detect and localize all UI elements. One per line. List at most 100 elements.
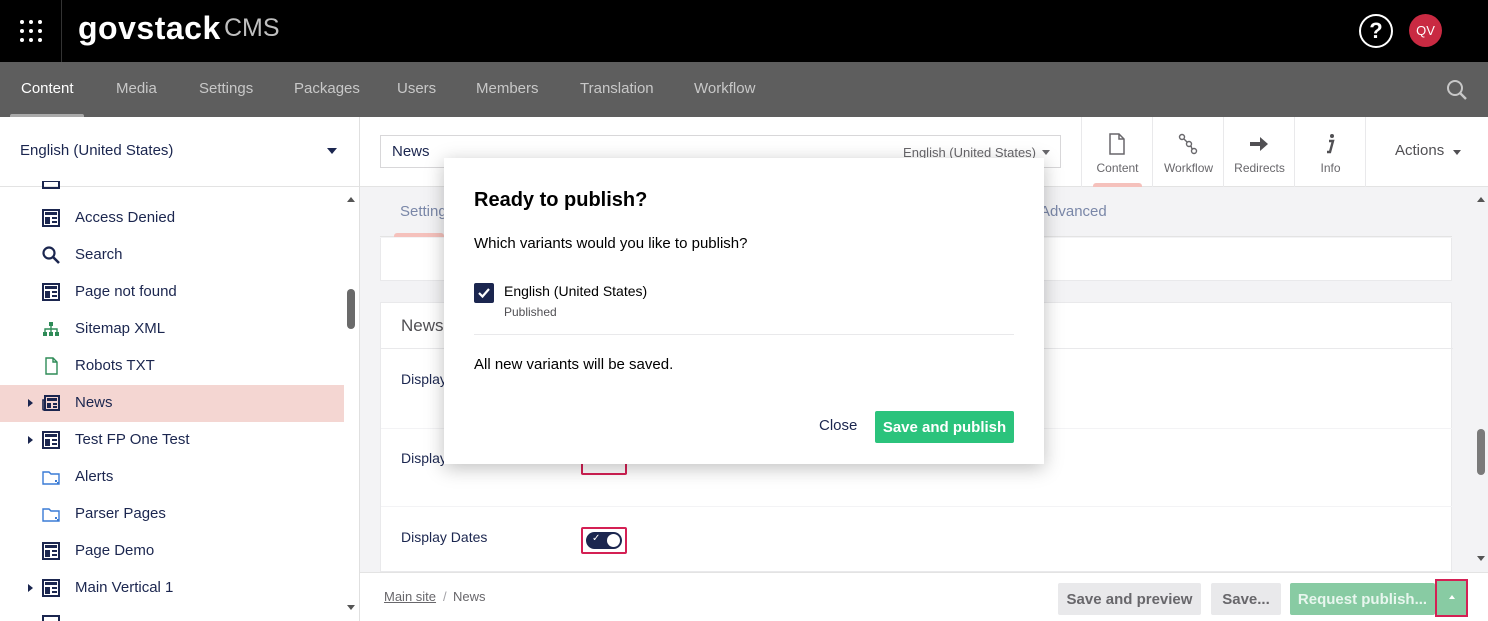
app-tab-label: Redirects xyxy=(1234,161,1285,175)
page-layout-icon xyxy=(42,209,60,227)
toggle-knob xyxy=(607,534,620,547)
tree-item-page-demo[interactable]: Page Demo xyxy=(0,533,344,570)
tree-item-main-vertical-1[interactable]: Main Vertical 1 xyxy=(0,570,344,607)
section-content[interactable]: Content xyxy=(21,62,74,117)
save-button[interactable]: Save... xyxy=(1211,583,1281,615)
section-settings[interactable]: Settings xyxy=(199,62,253,117)
tree-item-label: Page not found xyxy=(75,283,177,300)
variant-name: English (United States) xyxy=(504,283,648,299)
expand-arrow-icon[interactable] xyxy=(28,584,33,592)
info-icon xyxy=(1327,134,1335,154)
tree-item-search[interactable]: Search xyxy=(0,237,344,274)
tree-item-page-not-found[interactable]: Page not found xyxy=(0,274,344,311)
app-tab-info[interactable]: Info xyxy=(1294,117,1365,187)
node-name-value: News xyxy=(392,143,430,160)
document-icon xyxy=(45,357,58,375)
language-select[interactable]: English (United States) xyxy=(0,117,359,187)
tree-item-label: Parser Pages xyxy=(75,505,166,522)
display-dates-toggle[interactable]: ✓ xyxy=(586,532,622,549)
expand-arrow-icon[interactable] xyxy=(28,436,33,444)
dialog-note: All new variants will be saved. xyxy=(474,356,674,373)
actions-button[interactable]: Actions xyxy=(1395,142,1444,159)
more-publish-options-button[interactable] xyxy=(1435,579,1468,617)
tree-item-sitemap-xml[interactable]: Sitemap XML xyxy=(0,311,344,348)
tab-settings[interactable]: Setting xyxy=(400,203,447,220)
sitemap-icon xyxy=(43,322,59,336)
tree-item-robots-txt[interactable]: Robots TXT xyxy=(0,348,344,385)
section-members[interactable]: Members xyxy=(476,62,539,117)
request-publish-button[interactable]: Request publish... xyxy=(1290,583,1435,615)
editor-scrollbar-thumb[interactable] xyxy=(1477,429,1485,475)
tree-item-news[interactable]: News xyxy=(0,385,344,422)
brand-logo: govstack xyxy=(78,10,221,46)
tree-item-alerts[interactable]: Alerts xyxy=(0,459,344,496)
app-tab-workflow[interactable]: Workflow xyxy=(1152,117,1223,187)
app-tab-label: Info xyxy=(1320,161,1341,175)
close-button[interactable]: Close xyxy=(819,417,857,434)
dialog-divider xyxy=(474,334,1014,335)
newspaper-icon xyxy=(42,395,60,411)
section-packages[interactable]: Packages xyxy=(294,62,360,117)
section-nav: Content Media Settings Packages Users Me… xyxy=(0,62,1488,117)
document-icon xyxy=(1109,133,1125,155)
toggle-highlight[interactable]: ✓ xyxy=(581,527,627,554)
grid-icon xyxy=(19,20,42,42)
chevron-down-icon xyxy=(1042,150,1050,155)
user-avatar[interactable]: QV xyxy=(1409,14,1442,47)
page-layout-icon xyxy=(42,283,60,301)
scroll-up-icon[interactable] xyxy=(1477,197,1485,202)
app-tab-redirects[interactable]: Redirects xyxy=(1223,117,1294,187)
tree-item-label: Page Demo xyxy=(75,542,155,559)
section-translation[interactable]: Translation xyxy=(580,62,654,117)
chevron-down-icon xyxy=(1453,150,1461,155)
content-tree: English (United States) Access Denied Se… xyxy=(0,117,360,621)
tree-scrollbar[interactable] xyxy=(344,187,358,621)
property-label: Display xyxy=(401,371,447,387)
save-and-publish-button[interactable]: Save and publish xyxy=(875,411,1014,443)
tree-item-test-fp-one-test[interactable]: Test FP One Test xyxy=(0,422,344,459)
property-label: Display Dates xyxy=(401,529,488,545)
chevron-down-icon xyxy=(327,148,337,154)
section-media[interactable]: Media xyxy=(116,62,157,117)
save-and-preview-button[interactable]: Save and preview xyxy=(1058,583,1201,615)
expand-arrow-icon[interactable] xyxy=(28,399,33,407)
search-icon xyxy=(42,246,60,264)
page-layout-icon xyxy=(42,615,60,621)
row-divider xyxy=(381,506,1453,507)
tree-item-label: Test FP One Test xyxy=(75,431,190,448)
variant-checkbox[interactable] xyxy=(474,283,494,303)
tree-item-label: Access Denied xyxy=(75,209,176,226)
app-launcher-button[interactable] xyxy=(0,0,62,62)
caret-up-icon xyxy=(1449,595,1455,599)
breadcrumb-main-site[interactable]: Main site xyxy=(384,589,436,604)
folder-icon xyxy=(42,508,60,522)
app-tab-content[interactable]: Content xyxy=(1081,117,1152,187)
editor-footer: Main site / News Save and preview Save..… xyxy=(360,572,1488,621)
tree-item-label: Sitemap XML xyxy=(75,320,166,337)
dialog-title: Ready to publish? xyxy=(474,189,648,211)
property-label: Display xyxy=(401,450,447,466)
scroll-up-icon[interactable] xyxy=(347,197,355,202)
scroll-down-icon[interactable] xyxy=(1477,556,1485,561)
group-title: News xyxy=(401,316,444,335)
language-select-value: English (United States) xyxy=(20,142,174,159)
breadcrumb-current: News xyxy=(453,589,486,604)
tab-advanced[interactable]: Advanced xyxy=(1040,203,1107,220)
help-icon[interactable]: ? xyxy=(1359,14,1393,48)
tree-item-label: Robots TXT xyxy=(75,357,155,374)
app-tab-label: Workflow xyxy=(1163,161,1214,175)
tree-scrollbar-thumb[interactable] xyxy=(347,289,355,329)
tree-item-access-denied[interactable]: Access Denied xyxy=(0,200,344,237)
tree-item-partial-bottom[interactable] xyxy=(0,613,344,621)
tree-item-label: Alerts xyxy=(75,468,114,485)
tree-item-parser-pages[interactable]: Parser Pages xyxy=(0,496,344,533)
section-users[interactable]: Users xyxy=(397,62,436,117)
tree-item-label: Search xyxy=(75,246,123,263)
section-workflow[interactable]: Workflow xyxy=(694,62,755,117)
scroll-down-icon[interactable] xyxy=(347,605,355,610)
arrow-right-icon xyxy=(1250,137,1268,151)
workflow-icon xyxy=(1178,133,1198,155)
dialog-question: Which variants would you like to publish… xyxy=(474,235,748,252)
search-icon[interactable] xyxy=(1446,79,1468,101)
check-icon xyxy=(478,288,490,299)
